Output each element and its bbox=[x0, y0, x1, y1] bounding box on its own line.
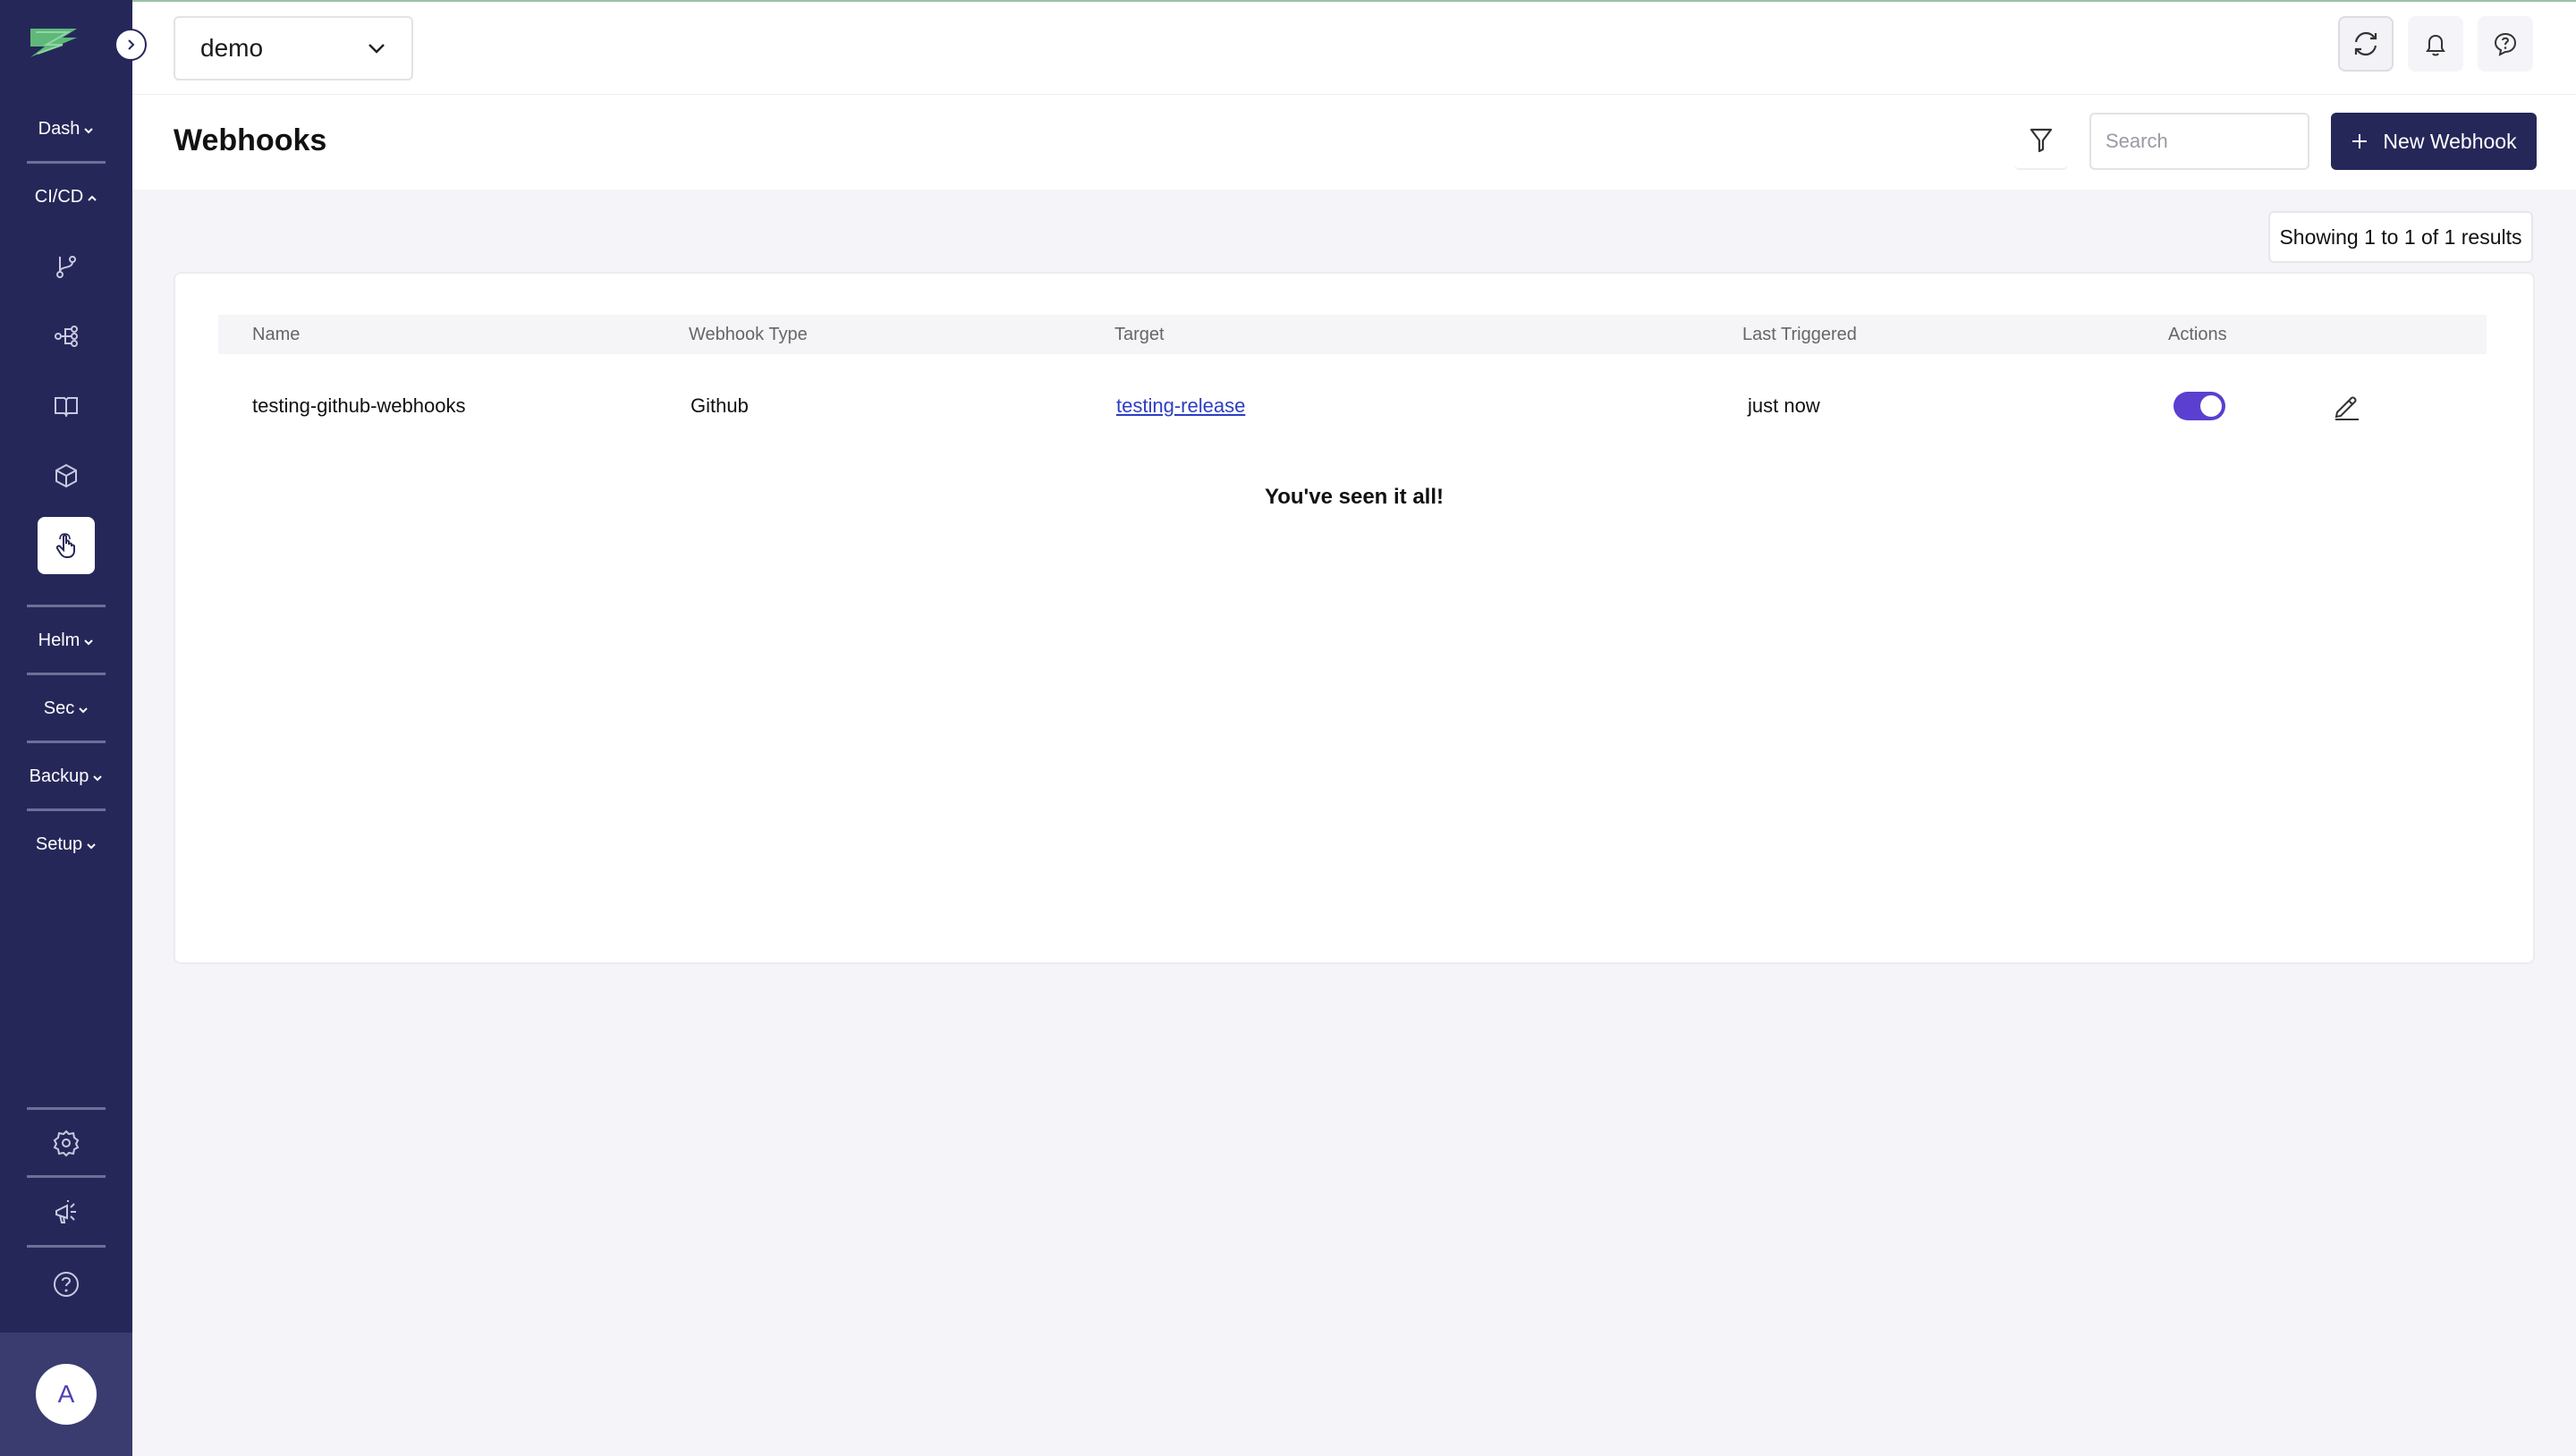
book-icon bbox=[55, 397, 78, 418]
sidebar-item-announcements[interactable] bbox=[38, 1184, 95, 1241]
page-header: Webhooks New Webhook bbox=[132, 95, 2576, 190]
pipeline-icon bbox=[55, 326, 78, 347]
sidebar-item-docs[interactable] bbox=[38, 377, 95, 435]
search-input[interactable] bbox=[2089, 113, 2309, 170]
new-webhook-button[interactable]: New Webhook bbox=[2331, 113, 2537, 170]
notifications-button[interactable] bbox=[2408, 16, 2463, 72]
sidebar-section-sec[interactable]: Sec bbox=[0, 690, 132, 726]
avatar[interactable]: A bbox=[36, 1364, 97, 1425]
help-chat-icon bbox=[2494, 32, 2517, 56]
webhook-hand-icon bbox=[55, 533, 75, 558]
chevron-right-icon bbox=[128, 39, 135, 50]
filter-icon bbox=[2029, 128, 2053, 153]
sidebar-divider bbox=[27, 1245, 106, 1248]
top-bar: demo bbox=[132, 0, 2576, 95]
webhook-last-triggered: just now bbox=[1748, 394, 1820, 417]
sidebar-divider bbox=[27, 1175, 106, 1178]
workspace-select-value: demo bbox=[200, 34, 264, 62]
refresh-button[interactable] bbox=[2338, 16, 2394, 72]
plus-icon bbox=[2352, 134, 2368, 148]
sidebar-divider bbox=[27, 673, 106, 675]
column-header-webhook-type: Webhook Type bbox=[689, 325, 808, 344]
sidebar-divider bbox=[27, 605, 106, 607]
branch-icon bbox=[56, 256, 76, 278]
page-title: Webhooks bbox=[174, 123, 327, 157]
sidebar: Dash CI/CD Helm Sec Backup Setup A bbox=[0, 0, 147, 1456]
chevron-down-icon bbox=[83, 112, 94, 148]
sidebar-section-backup[interactable]: Backup bbox=[0, 758, 132, 794]
bell-icon bbox=[2426, 34, 2445, 56]
chevron-down-icon bbox=[78, 691, 89, 727]
help-circle-icon bbox=[54, 1272, 79, 1297]
webhook-enabled-toggle[interactable] bbox=[2174, 392, 2225, 420]
new-webhook-label: New Webhook bbox=[2383, 129, 2517, 153]
column-header-actions: Actions bbox=[2168, 325, 2227, 344]
sidebar-divider bbox=[27, 161, 106, 164]
results-count: Showing 1 to 1 of 1 results bbox=[2268, 211, 2533, 263]
help-button[interactable] bbox=[2478, 16, 2533, 72]
sidebar-section-label: Setup bbox=[35, 834, 83, 854]
chevron-down-icon bbox=[83, 623, 94, 659]
chevron-down-icon bbox=[369, 44, 385, 54]
sidebar-section-label: Sec bbox=[43, 698, 75, 718]
package-icon bbox=[55, 463, 77, 488]
sidebar-section-setup[interactable]: Setup bbox=[0, 826, 132, 862]
refresh-icon bbox=[2354, 31, 2377, 56]
column-header-target: Target bbox=[1114, 325, 1165, 344]
edit-webhook-button[interactable] bbox=[2329, 388, 2365, 424]
sidebar-divider bbox=[27, 1107, 106, 1110]
chevron-down-icon bbox=[86, 827, 97, 863]
webhook-name: testing-github-webhooks bbox=[252, 394, 466, 417]
workspace-select[interactable]: demo bbox=[174, 16, 413, 80]
sidebar-section-label: Backup bbox=[29, 766, 89, 786]
end-of-list-message: You've seen it all! bbox=[1265, 485, 1444, 509]
webhook-target-link[interactable]: testing-release bbox=[1116, 394, 1245, 417]
sidebar-item-webhooks[interactable] bbox=[38, 517, 95, 574]
webhooks-card: Name Webhook Type Target Last Triggered … bbox=[174, 272, 2535, 964]
sidebar-section-cicd[interactable]: CI/CD bbox=[0, 179, 132, 215]
chevron-up-icon bbox=[87, 180, 97, 216]
filter-button[interactable] bbox=[2014, 113, 2068, 170]
pencil-icon bbox=[2334, 396, 2359, 420]
sidebar-section-label: Helm bbox=[38, 631, 80, 650]
sidebar-item-help[interactable] bbox=[38, 1256, 95, 1313]
sidebar-item-settings[interactable] bbox=[38, 1114, 95, 1172]
chevron-down-icon bbox=[92, 759, 103, 795]
sidebar-item-applications[interactable] bbox=[38, 238, 95, 295]
sidebar-section-label: CI/CD bbox=[34, 187, 84, 207]
sidebar-item-pipelines[interactable] bbox=[38, 308, 95, 365]
app-logo[interactable] bbox=[27, 25, 80, 61]
table-header: Name Webhook Type Target Last Triggered … bbox=[218, 315, 2487, 354]
sidebar-item-registry[interactable] bbox=[38, 447, 95, 504]
sidebar-divider bbox=[27, 808, 106, 811]
sidebar-section-label: Dash bbox=[38, 119, 80, 139]
column-header-last-triggered: Last Triggered bbox=[1742, 325, 1857, 344]
gear-icon bbox=[53, 1130, 80, 1157]
megaphone-icon bbox=[55, 1200, 76, 1223]
sidebar-section-helm[interactable]: Helm bbox=[0, 622, 132, 658]
column-header-name: Name bbox=[252, 325, 301, 344]
sidebar-divider bbox=[27, 741, 106, 743]
sidebar-footer: A bbox=[0, 1333, 132, 1456]
sidebar-section-dash[interactable]: Dash bbox=[0, 111, 132, 147]
table-row: testing-github-webhooks Github testing-r… bbox=[218, 372, 2487, 440]
webhook-type: Github bbox=[691, 394, 749, 417]
sidebar-expand-button[interactable] bbox=[114, 29, 147, 61]
